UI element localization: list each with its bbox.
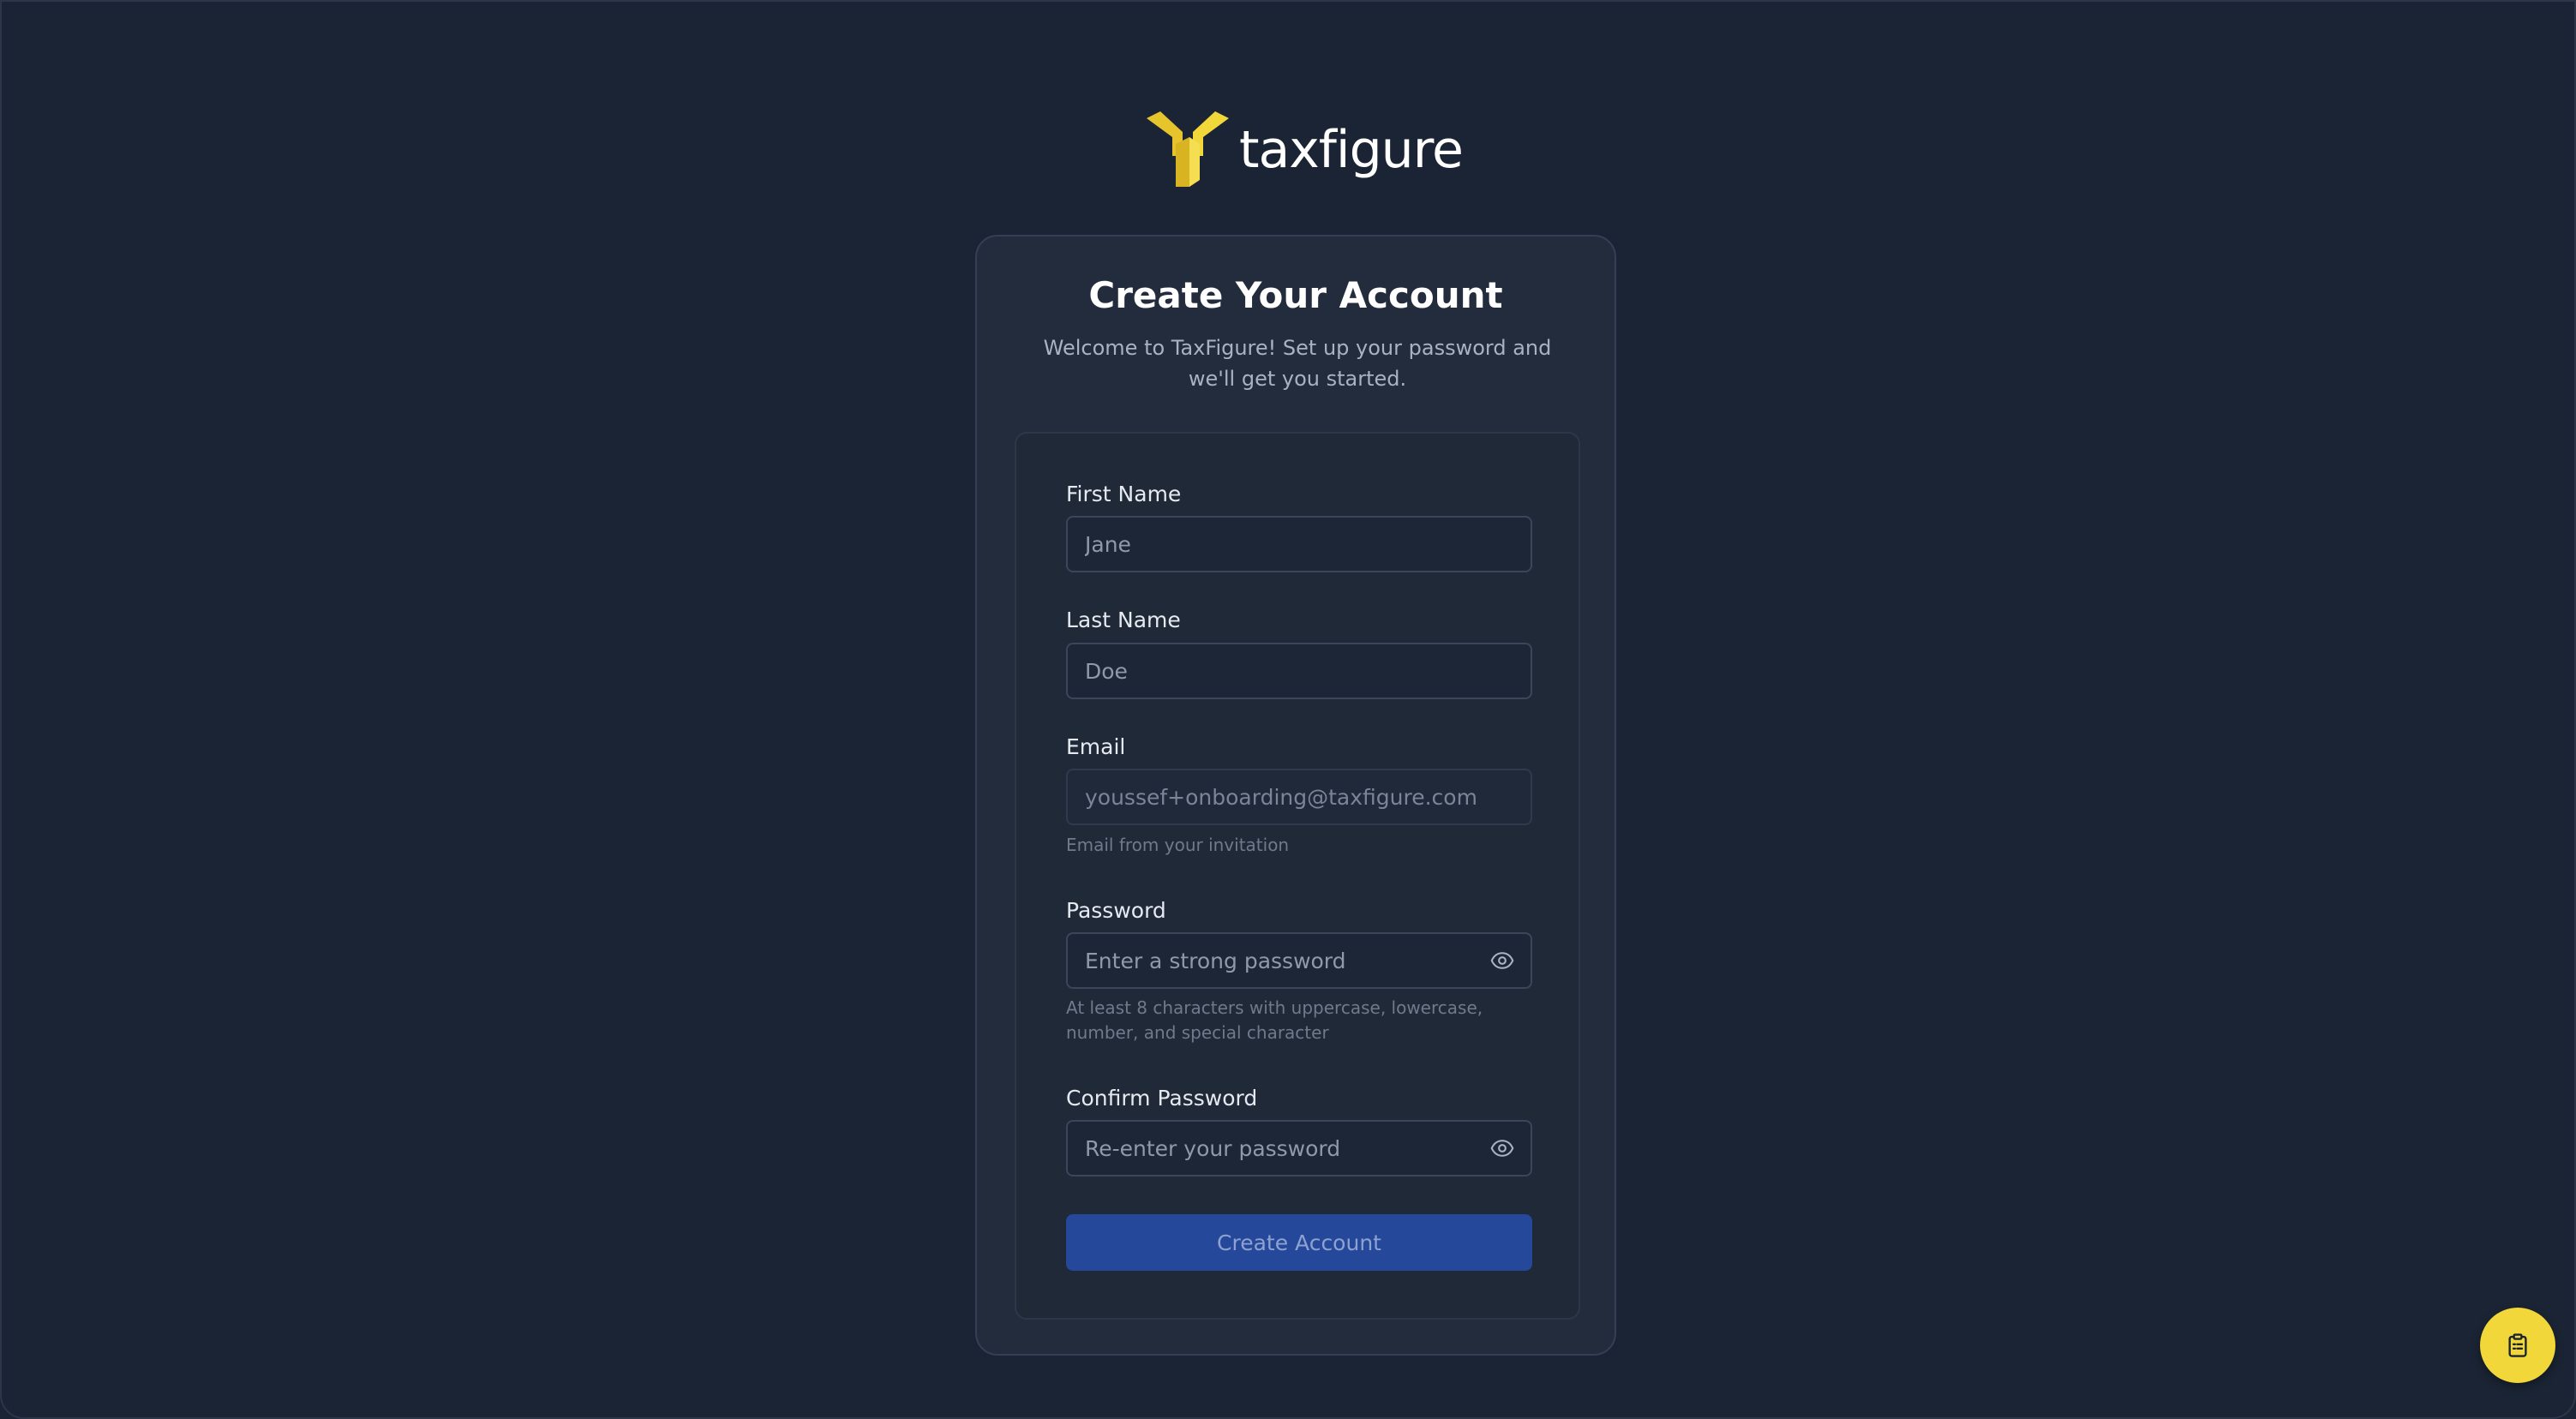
- password-hint: At least 8 characters with uppercase, lo…: [1066, 997, 1483, 1043]
- password-label: Password: [1066, 898, 1166, 923]
- first-name-field[interactable]: [1066, 516, 1532, 572]
- password-visibility-toggle[interactable]: [1489, 948, 1515, 973]
- eye-icon: [1490, 1140, 1514, 1157]
- confirm-password-label: Confirm Password: [1066, 1086, 1258, 1111]
- create-account-button[interactable]: Create Account: [1066, 1214, 1532, 1271]
- brand-logo: taxfigure: [1147, 111, 1464, 189]
- email-field: [1066, 769, 1532, 825]
- email-hint: Email from your invitation: [1066, 835, 1290, 855]
- page-title: Create Your Account: [1088, 274, 1503, 316]
- floating-action-button[interactable]: [2480, 1308, 2555, 1383]
- brand-name: taxfigure: [1239, 120, 1464, 180]
- email-label: Email: [1066, 734, 1126, 759]
- first-name-label: First Name: [1066, 482, 1182, 506]
- password-field[interactable]: [1066, 932, 1532, 989]
- confirm-password-visibility-toggle[interactable]: [1489, 1135, 1515, 1161]
- signup-form: First Name Last Name Email Email from yo…: [1015, 432, 1580, 1320]
- page-subtitle: Welcome to TaxFigure! Set up your passwo…: [1043, 336, 1552, 391]
- last-name-label: Last Name: [1066, 608, 1181, 632]
- last-name-field[interactable]: [1066, 643, 1532, 699]
- eye-icon: [1490, 952, 1514, 969]
- taxfigure-logo-icon: [1147, 111, 1229, 187]
- confirm-password-field[interactable]: [1066, 1120, 1532, 1177]
- clipboard-icon: [2508, 1333, 2527, 1357]
- signup-card: Create Your Account Welcome to TaxFigure…: [975, 235, 1616, 1356]
